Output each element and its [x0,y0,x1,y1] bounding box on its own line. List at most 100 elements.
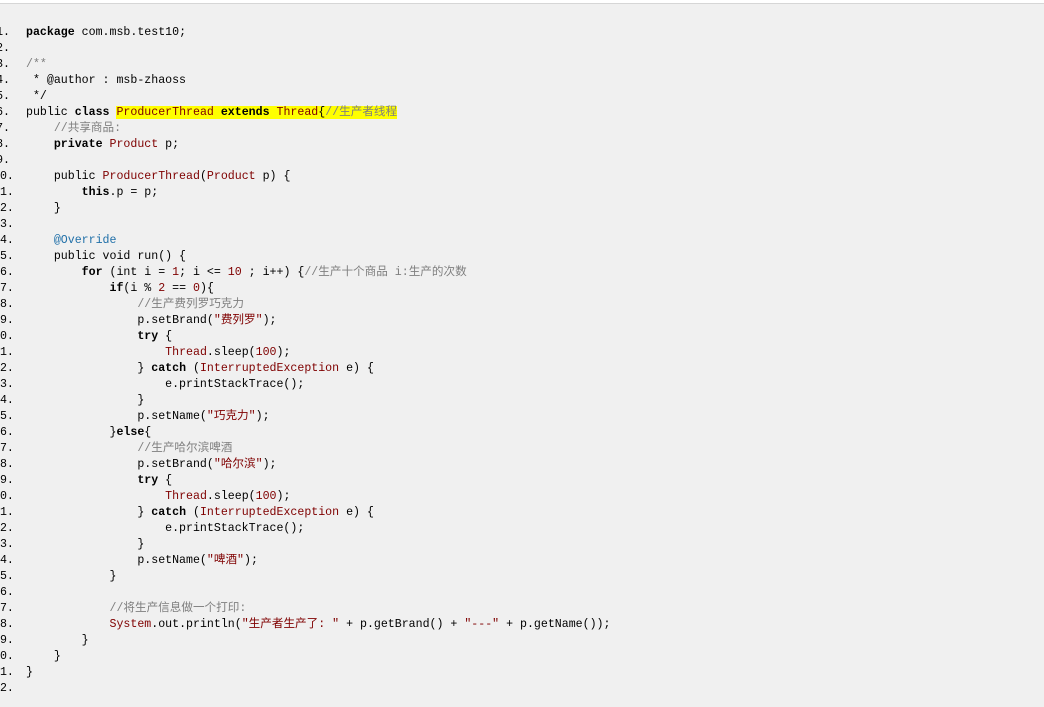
code-token: ; i++) { [241,266,305,279]
code-token: .p = p; [109,186,159,199]
code-token: try [137,330,159,343]
line-code: this.p = p; [26,185,159,201]
line-number: 23. [0,378,14,391]
code-token: "啤酒" [206,554,245,567]
code-token: extends [220,106,270,119]
code-token: //将生产信息做一个打印: [26,602,247,615]
line-number: 20. [0,330,14,343]
code-token: catch [151,362,187,375]
code-token: //生产费列罗巧克力 [26,298,244,311]
code-token: /** [26,58,47,71]
code-token: ProducerThread [116,106,214,119]
code-token: public [26,170,103,183]
code-token: ); [262,314,277,327]
line-number: 11. [0,186,14,199]
code-token: */ [26,90,47,103]
line-number: 1. [0,26,10,39]
line-code: public class ProducerThread extends Thre… [26,105,398,121]
code-token: } [26,426,117,439]
line-number: 36. [0,586,14,599]
code-token: private [53,138,103,151]
code-token: Thread [165,490,207,503]
line-code: public void run() { [26,249,186,265]
code-token: ); [262,458,277,471]
code-token: p.setName( [26,410,207,423]
line-number: 13. [0,218,14,231]
line-code: p.setName("巧克力"); [26,409,270,425]
line-number: 33. [0,538,14,551]
code-token: Thread [165,346,207,359]
code-token: e.printStackTrace(); [26,522,305,535]
line-number: 24. [0,394,14,407]
line-number: 14. [0,234,14,247]
line-number: 35. [0,570,14,583]
code-token: } [26,666,33,679]
code-token: { [158,330,173,343]
line-code: //生产费列罗巧克力 [26,297,244,313]
line-number: 37. [0,602,14,615]
line-code: p.setBrand("费列罗"); [26,313,276,329]
line-number: 17. [0,282,14,295]
code-token: if [109,282,124,295]
line-code: System.out.println("生产者生产了: " + p.getBra… [26,617,611,633]
line-number: 38. [0,618,14,631]
code-token: 100 [255,346,277,359]
code-token: "费列罗" [213,314,263,327]
line-number: 3. [0,58,10,71]
code-token: //生产者线程 [325,106,398,119]
code-token: public [26,106,75,119]
code-token: + p.getName()); [499,618,611,631]
line-number: 27. [0,442,14,455]
code-token: ); [255,410,270,423]
line-code: } catch (InterruptedException e) { [26,505,374,521]
code-token: @Override [53,234,117,247]
line-code: } catch (InterruptedException e) { [26,361,374,377]
code-token: public void run() { [26,250,187,263]
code-token: System [109,618,152,631]
line-number: 5. [0,90,10,103]
line-code: } [26,393,144,409]
code-token: } [26,634,89,647]
line-number: 30. [0,490,14,503]
line-code: e.printStackTrace(); [26,521,304,537]
line-number: 34. [0,554,14,567]
line-code: } [26,665,33,681]
line-code: try { [26,473,172,489]
line-code: */ [26,89,47,105]
code-token: } [26,538,145,551]
code-token: p; [158,138,180,151]
line-code: try { [26,329,172,345]
code-token: } [26,650,61,663]
line-number: 12. [0,202,14,215]
code-token: ( [186,506,200,519]
code-token: { [144,426,152,439]
line-number: 32. [0,522,14,535]
line-number: 8. [0,138,10,151]
line-number: 19. [0,314,14,327]
line-code: @Override [26,233,117,249]
line-code: e.printStackTrace(); [26,377,304,393]
code-token: e) { [339,362,374,375]
line-number: 39. [0,634,14,647]
line-number: 22. [0,362,14,375]
line-number: 2. [0,42,10,55]
code-token [269,106,277,119]
code-token: .sleep( [206,346,256,359]
line-code: } [26,649,61,665]
line-code: if(i % 2 == 0){ [26,281,214,297]
line-number: 6. [0,106,10,119]
code-token: ( [186,362,200,375]
line-code: /** [26,57,47,73]
line-code: //共享商品: [26,121,121,137]
code-token [213,106,221,119]
code-token: } [26,362,152,375]
code-token: e.printStackTrace(); [26,378,305,391]
code-token: p.setName( [26,554,207,567]
code-token: this [81,186,110,199]
